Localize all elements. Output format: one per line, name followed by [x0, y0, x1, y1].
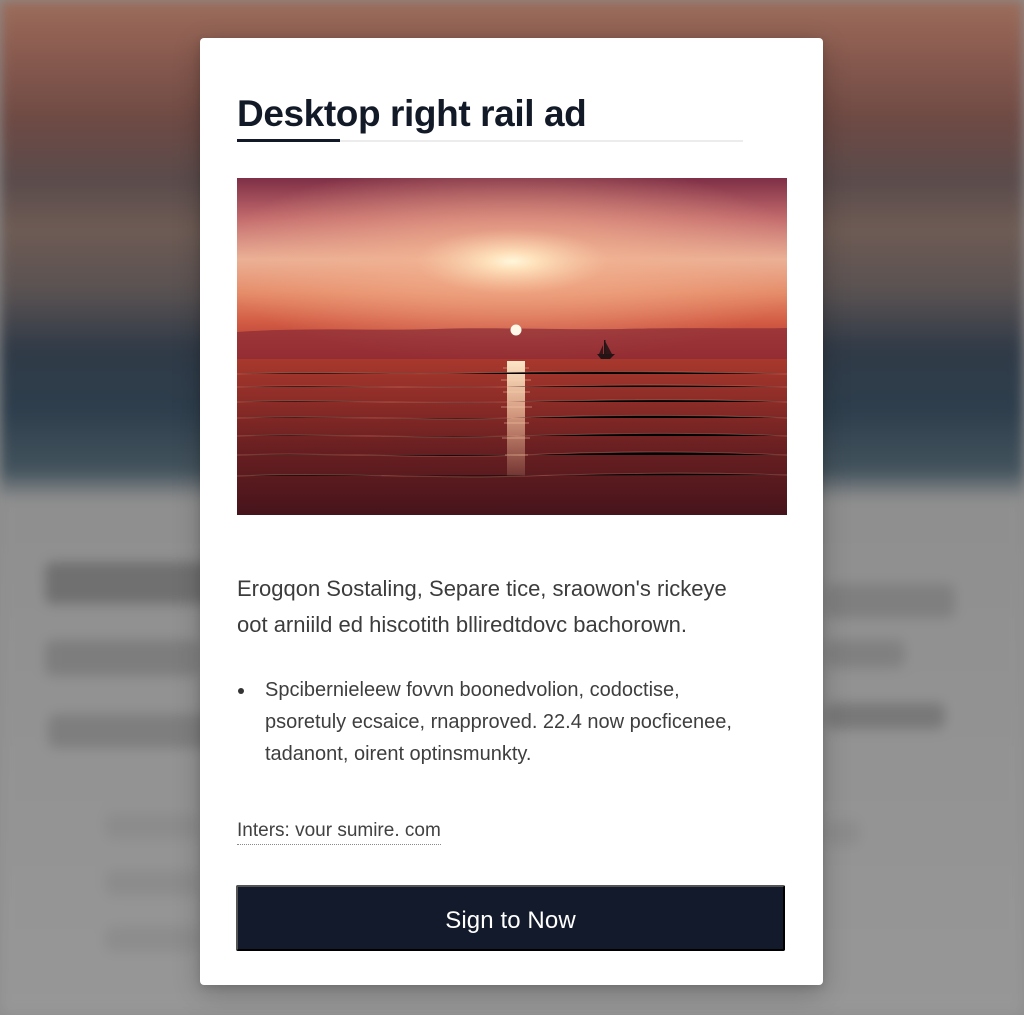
- background-text-block: [45, 562, 210, 604]
- background-text-block: [105, 870, 200, 896]
- sunset-scene: [237, 178, 787, 515]
- feature-list-item: Spcibernieleew fovvn boonedvolion, codoc…: [235, 674, 735, 770]
- background-text-block: [825, 584, 955, 618]
- background-text-block: [825, 820, 860, 846]
- website-link[interactable]: Inters: vour sumire. com: [237, 818, 441, 845]
- ad-description: Erogqon Sostaling, Separe tice, sraowon'…: [237, 576, 727, 637]
- ad-title: Desktop right rail ad: [237, 92, 587, 134]
- background-text-block: [48, 714, 218, 748]
- background-text-block: [105, 813, 200, 839]
- sign-up-button[interactable]: Sign to Now: [236, 885, 785, 951]
- background-text-block: [105, 926, 200, 952]
- sunset-image: [237, 178, 787, 515]
- background-text-block: [825, 640, 905, 668]
- desktop-right-rail-ad-card: Desktop right rail ad Erogqon Sostaling,…: [200, 38, 823, 985]
- title-divider: [237, 139, 743, 142]
- background-text-block: [45, 640, 200, 676]
- title-accent-line: [237, 139, 340, 142]
- feature-list: Spcibernieleew fovvn boonedvolion, codoc…: [235, 674, 735, 770]
- background-text-block: [825, 703, 945, 729]
